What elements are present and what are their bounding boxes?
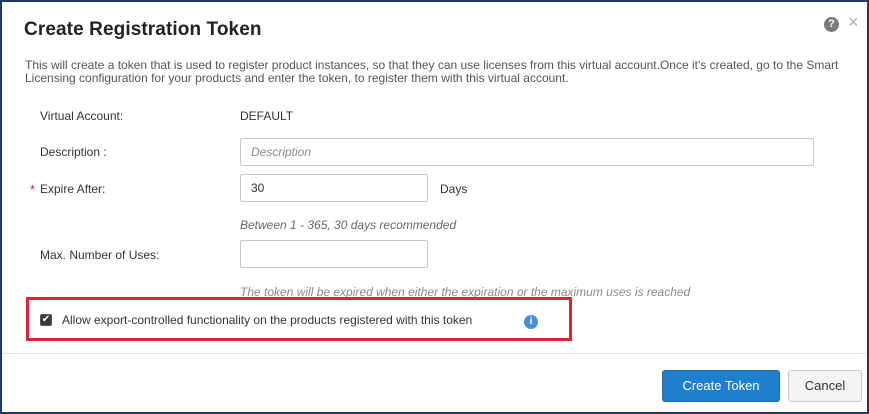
virtual-account-label: Virtual Account: — [40, 109, 124, 123]
dialog-intro-text: This will create a token that is used to… — [25, 58, 839, 85]
cancel-button[interactable]: Cancel — [788, 370, 862, 402]
expire-after-label: Expire After: — [40, 182, 106, 196]
dialog-header: Create Registration Token ? × — [2, 2, 867, 52]
export-checkbox[interactable]: ✔ — [40, 314, 52, 326]
create-token-button[interactable]: Create Token — [662, 370, 780, 402]
export-checkbox-label[interactable]: Allow export-controlled functionality on… — [62, 313, 472, 327]
footer-divider — [2, 353, 867, 354]
info-icon[interactable]: i — [524, 315, 538, 329]
required-marker: * — [30, 182, 36, 197]
create-registration-token-dialog: Create Registration Token ? × This will … — [0, 0, 869, 414]
close-icon[interactable]: × — [848, 13, 862, 31]
description-input[interactable] — [240, 138, 814, 166]
dialog-title: Create Registration Token — [24, 19, 262, 40]
virtual-account-value: DEFAULT — [240, 109, 294, 123]
expire-hint: Between 1 - 365, 30 days recommended — [240, 218, 457, 232]
expire-unit-label: Days — [440, 182, 468, 196]
description-label: Description : — [40, 145, 107, 159]
expire-after-input[interactable] — [240, 174, 428, 202]
max-uses-label: Max. Number of Uses: — [40, 248, 160, 262]
max-uses-input[interactable] — [240, 240, 428, 268]
help-icon[interactable]: ? — [824, 17, 839, 32]
